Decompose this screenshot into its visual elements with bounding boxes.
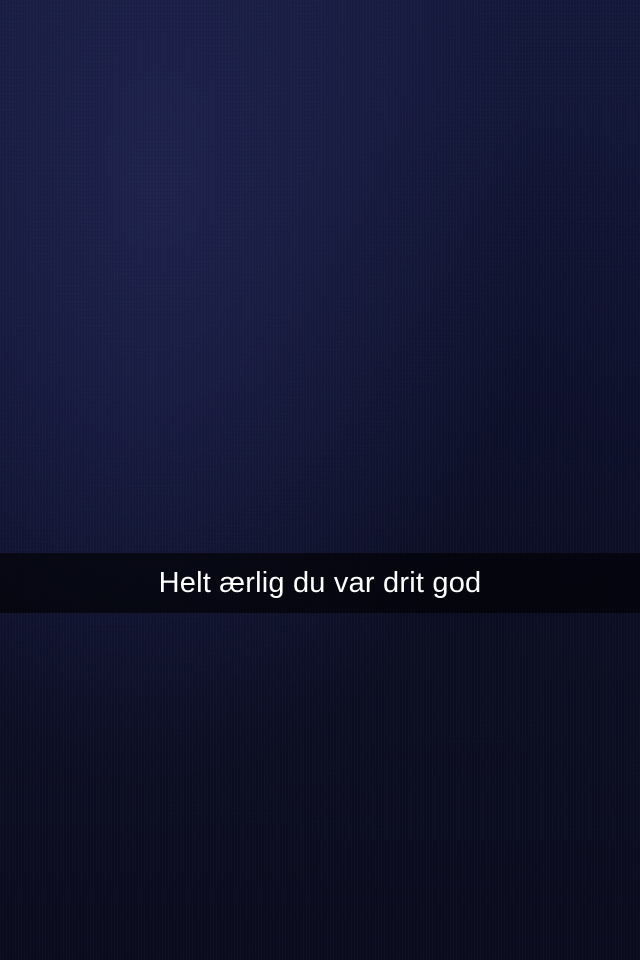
caption-text: Helt ærlig du var drit god	[158, 566, 482, 599]
photo-texture	[0, 0, 640, 960]
caption-bar[interactable]: Helt ærlig du var drit god	[0, 553, 640, 613]
snap-photo: Helt ærlig du var drit god	[0, 0, 640, 960]
